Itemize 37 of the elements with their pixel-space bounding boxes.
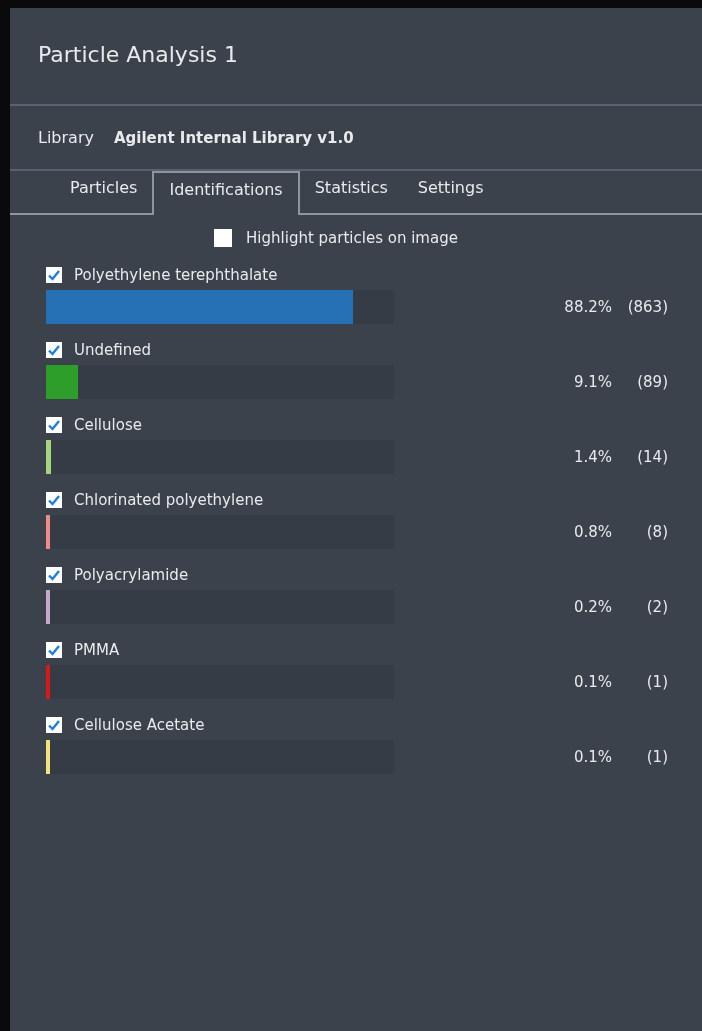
count-value: (14) bbox=[636, 448, 668, 466]
material-name: PMMA bbox=[74, 641, 120, 659]
material-name: Polyacrylamide bbox=[74, 566, 189, 584]
material-name: Cellulose Acetate bbox=[74, 716, 205, 734]
count-value: (8) bbox=[645, 523, 668, 541]
percent-value: 0.8% bbox=[573, 523, 612, 541]
checkbox-label: Highlight particles on image bbox=[246, 229, 458, 247]
library-name: Agilent Internal Library v1.0 bbox=[113, 128, 354, 147]
percent-value: 0.1% bbox=[573, 673, 612, 691]
checkbox[interactable] bbox=[46, 492, 62, 508]
checkbox[interactable] bbox=[46, 417, 62, 433]
percent-value: 9.1% bbox=[573, 373, 612, 391]
material-name: Undefined bbox=[74, 341, 151, 359]
count-value: (89) bbox=[636, 373, 668, 391]
checkbox[interactable] bbox=[46, 342, 62, 358]
tab[interactable]: Statistics bbox=[299, 171, 403, 213]
count-value: (1) bbox=[645, 673, 668, 691]
percent-value: 88.2% bbox=[564, 298, 612, 316]
count-value: (863) bbox=[626, 298, 668, 316]
tab[interactable]: Particles bbox=[55, 171, 153, 213]
percent-value: 0.1% bbox=[573, 748, 612, 766]
material-name: Cellulose bbox=[74, 416, 142, 434]
checkbox[interactable] bbox=[214, 229, 233, 247]
material-name: Chlorinated polyethylene bbox=[74, 491, 264, 509]
checkbox[interactable] bbox=[46, 267, 62, 283]
checkbox[interactable] bbox=[46, 717, 62, 733]
count-value: (2) bbox=[645, 598, 668, 616]
material-name: Polyethylene terephthalate bbox=[74, 266, 278, 284]
library-label: Library bbox=[38, 128, 94, 147]
count-value: (1) bbox=[645, 748, 668, 766]
percent-value: 0.2% bbox=[573, 598, 612, 616]
tab[interactable]: Settings bbox=[402, 171, 499, 213]
checkbox[interactable] bbox=[46, 567, 62, 583]
window-title: Particle Analysis 1 bbox=[10, 8, 702, 106]
checkbox[interactable] bbox=[46, 642, 62, 658]
percent-value: 1.4% bbox=[573, 448, 612, 466]
tab[interactable]: Identifications bbox=[152, 171, 300, 215]
